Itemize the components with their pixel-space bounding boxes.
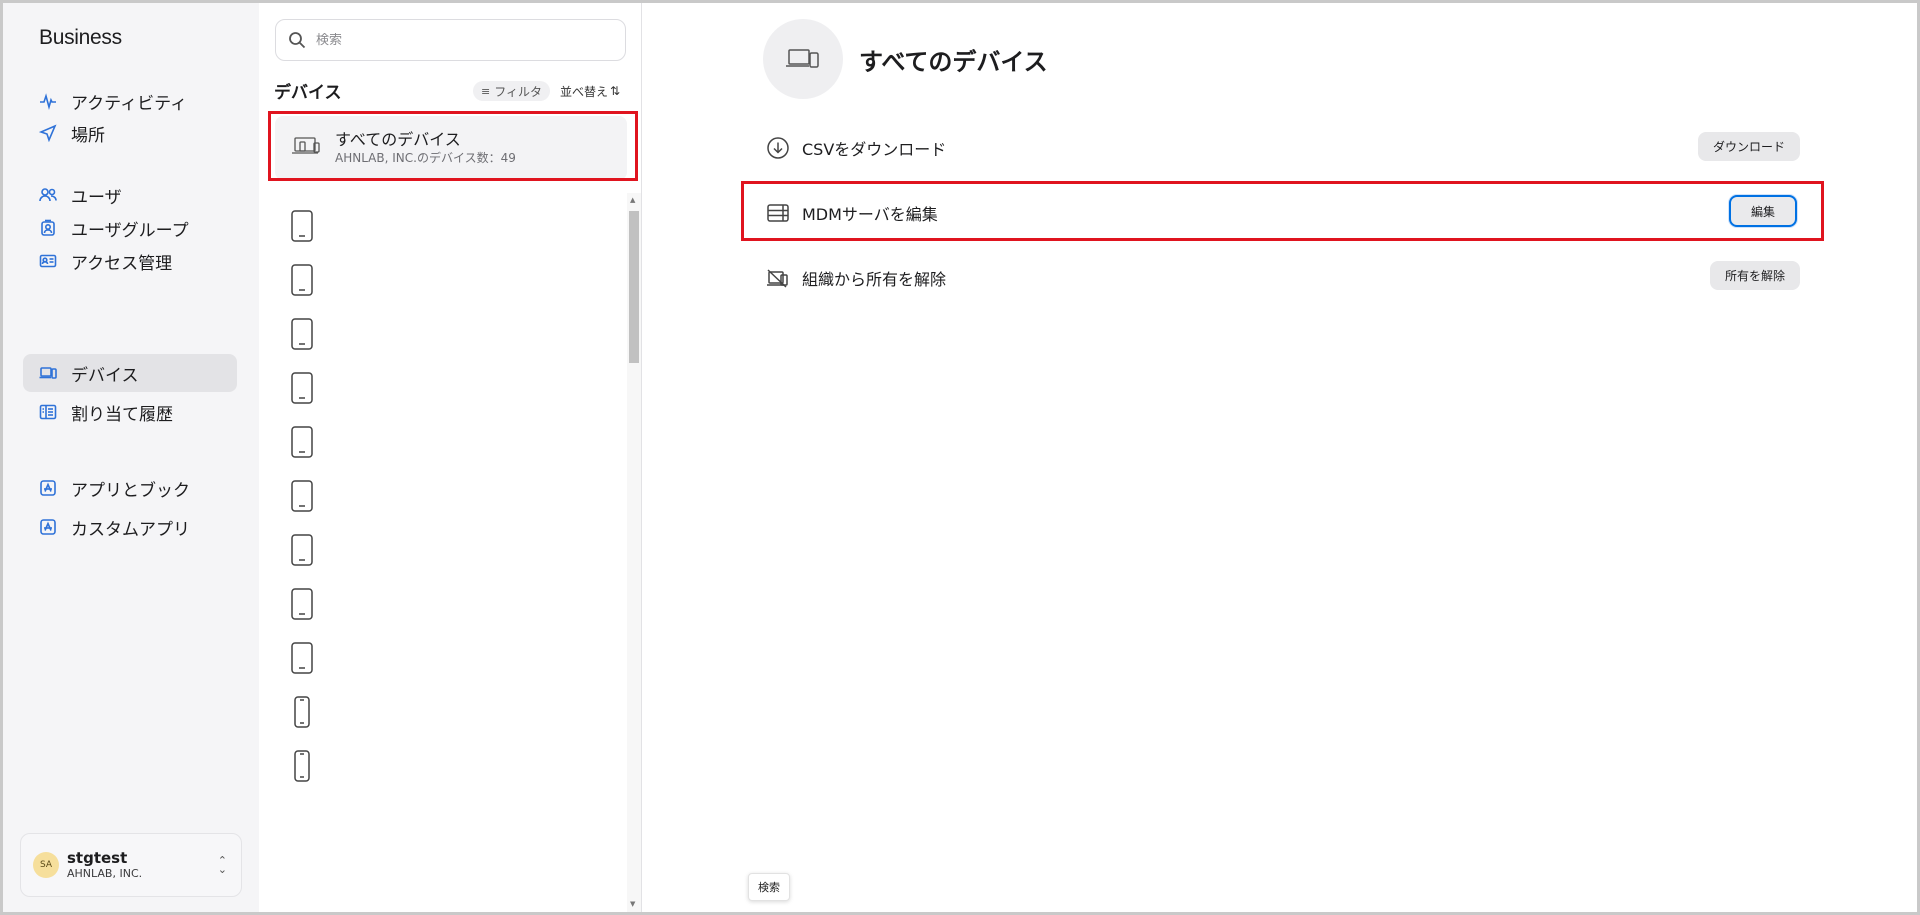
sort-arrows-icon: ⇅ bbox=[610, 84, 621, 98]
users-icon bbox=[37, 184, 59, 206]
device-list-item[interactable] bbox=[284, 687, 584, 737]
release-device-icon bbox=[766, 266, 790, 290]
brand-name: Business bbox=[39, 26, 122, 49]
sidebar-item-label: アクティビティ bbox=[71, 93, 188, 114]
search-tooltip: 検索 bbox=[748, 873, 790, 901]
sidebar: Business アクティビティ 場所 ユーザ ユーザグループ アクセス管理 デ… bbox=[3, 3, 259, 912]
search-field[interactable] bbox=[275, 19, 626, 61]
phone-icon bbox=[294, 696, 310, 728]
scroll-down-arrow-icon[interactable]: ▼ bbox=[630, 900, 635, 908]
device-list-item[interactable] bbox=[284, 579, 584, 629]
sidebar-item-label: アクセス管理 bbox=[71, 253, 173, 274]
tablet-icon bbox=[291, 372, 313, 404]
device-list-item[interactable] bbox=[284, 525, 584, 575]
tablet-icon bbox=[291, 588, 313, 620]
tablet-icon bbox=[291, 426, 313, 458]
sidebar-item-label: 場所 bbox=[71, 125, 105, 146]
account-org: AHNLAB, INC. bbox=[67, 867, 143, 880]
sidebar-item-label: ユーザグループ bbox=[71, 220, 189, 241]
filter-label: フィルタ bbox=[494, 84, 542, 99]
scroll-up-arrow-icon[interactable]: ▲ bbox=[630, 196, 635, 204]
account-switcher[interactable]: SA stgtest AHNLAB, INC. ⌃ ⌄ bbox=[20, 833, 242, 897]
device-list-item[interactable] bbox=[284, 471, 584, 521]
sort-label: 並べ替え bbox=[560, 84, 609, 99]
phone-icon bbox=[294, 750, 310, 782]
search-icon bbox=[289, 32, 306, 49]
sidebar-item-custom-apps[interactable]: カスタムアプリ bbox=[23, 508, 237, 546]
laptop-phone-icon bbox=[37, 362, 59, 384]
app-store-icon bbox=[37, 516, 59, 538]
action-label: 組織から所有を解除 bbox=[802, 270, 947, 289]
device-list-item[interactable] bbox=[284, 363, 584, 413]
history-list-icon bbox=[37, 401, 59, 423]
device-list-item[interactable] bbox=[284, 633, 584, 683]
action-row-release-ownership: 組織から所有を解除 bbox=[766, 258, 1806, 298]
tablet-icon bbox=[291, 264, 313, 296]
device-list-item[interactable] bbox=[284, 255, 584, 305]
sidebar-item-assignment-history[interactable]: 割り当て履歴 bbox=[23, 393, 237, 431]
search-input[interactable] bbox=[316, 32, 596, 48]
filter-button[interactable]: ≡ フィルタ bbox=[473, 81, 550, 101]
sidebar-item-label: アプリとブック bbox=[71, 480, 190, 501]
activity-icon bbox=[37, 90, 59, 112]
sidebar-item-label: カスタムアプリ bbox=[71, 519, 190, 540]
sidebar-item-apps-and-books[interactable]: アプリとブック bbox=[23, 469, 237, 507]
id-card-icon bbox=[37, 250, 59, 272]
device-list-item[interactable] bbox=[284, 417, 584, 467]
sort-button[interactable]: 並べ替え ⇅ bbox=[560, 81, 620, 101]
tablet-icon bbox=[291, 318, 313, 350]
download-circle-icon bbox=[766, 136, 790, 160]
sidebar-item-label: ユーザ bbox=[71, 187, 122, 208]
avatar: SA bbox=[33, 852, 59, 878]
tablet-icon bbox=[291, 210, 313, 242]
tablet-icon bbox=[291, 480, 313, 512]
sidebar-item-access-management[interactable]: アクセス管理 bbox=[23, 242, 237, 280]
sidebar-item-label: デバイス bbox=[71, 365, 139, 386]
location-arrow-icon bbox=[37, 122, 59, 144]
sidebar-item-locations[interactable]: 場所 bbox=[23, 114, 237, 152]
action-row-download-csv: CSVをダウンロード bbox=[766, 128, 1806, 168]
list-scrollbar[interactable]: ▲ ▼ bbox=[627, 193, 641, 912]
devices-hero-icon bbox=[763, 19, 843, 99]
highlight-box bbox=[268, 111, 638, 181]
page-title: すべてのデバイス bbox=[859, 48, 1048, 76]
list-title: デバイス bbox=[274, 83, 342, 103]
account-name: stgtest bbox=[67, 849, 128, 867]
sidebar-item-devices[interactable]: デバイス bbox=[23, 354, 237, 392]
app-store-icon bbox=[37, 477, 59, 499]
device-detail-pane: すべてのデバイス CSVをダウンロード ダウンロード MDMサーバを編集 編集 … bbox=[642, 3, 1917, 912]
highlight-box bbox=[741, 181, 1824, 241]
action-label: CSVをダウンロード bbox=[802, 140, 947, 159]
tablet-icon bbox=[291, 534, 313, 566]
scrollbar-thumb[interactable] bbox=[629, 211, 639, 363]
user-group-icon bbox=[37, 217, 59, 239]
tablet-icon bbox=[291, 642, 313, 674]
app-logo: Business bbox=[38, 26, 122, 50]
device-list-item[interactable] bbox=[284, 309, 584, 359]
release-ownership-button[interactable]: 所有を解除 bbox=[1710, 261, 1801, 290]
device-list-item[interactable] bbox=[284, 201, 584, 251]
download-button[interactable]: ダウンロード bbox=[1698, 132, 1801, 161]
chevron-up-down-icon: ⌃ ⌄ bbox=[217, 854, 227, 876]
device-list-item[interactable] bbox=[284, 741, 584, 791]
filter-icon: ≡ bbox=[481, 84, 491, 98]
sidebar-item-label: 割り当て履歴 bbox=[71, 404, 173, 425]
